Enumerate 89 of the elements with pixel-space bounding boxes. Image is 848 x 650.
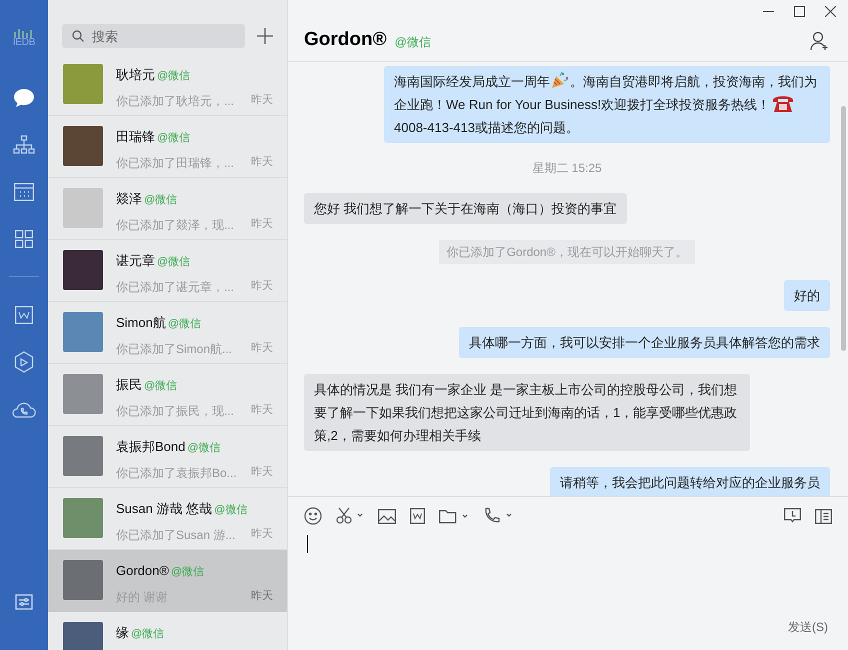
- wechat-tag: @微信: [157, 130, 190, 146]
- chat-list-item[interactable]: 袁振邦Bond@微信 你已添加了袁振邦Bo... 昨天: [48, 426, 287, 488]
- calendar-icon[interactable]: [14, 182, 34, 200]
- contact-name: 燚泽: [116, 190, 142, 208]
- logo: IEDB: [12, 28, 36, 48]
- phone-icon[interactable]: [483, 507, 513, 525]
- contact-name: 耿培元: [116, 66, 155, 84]
- message-bubble: 请稍等，我会把此问题转给对应的企业服务员: [550, 467, 830, 496]
- message-preview: 你已添加了谌元章，...: [116, 278, 234, 296]
- chat-bubble-icon[interactable]: [13, 88, 35, 108]
- avatar-photo: [63, 64, 103, 104]
- message-bubble: 具体哪一方面，我可以安排一个企业服务员具体解答您的需求: [459, 327, 830, 358]
- apps-grid-icon[interactable]: [15, 230, 33, 248]
- party-popper-icon: [550, 71, 570, 89]
- contact-name: Gordon®: [116, 562, 169, 580]
- message-time: 昨天: [251, 93, 273, 108]
- search-icon: [72, 30, 84, 42]
- message-preview: 你已添加了振民，现...: [116, 402, 234, 420]
- cloud-phone-icon[interactable]: [12, 400, 36, 418]
- message-preview: 你已添加了Susan 游...: [116, 526, 236, 544]
- message-preview: 你已添加了Simon航...: [116, 340, 232, 358]
- contact-name: 振民: [116, 376, 142, 394]
- message-bubble: 具体的情况是 我们有一家企业 是一家主板上市公司的控股母公司，我们想要了解一下如果我们想把这家公司迁址到海南的话，1，能享受哪些优惠政策,2，需要如何办理相关手续: [304, 374, 750, 451]
- avatar-photo: [63, 622, 103, 650]
- chat-list-item[interactable]: 田瑞锋@微信 你已添加了田瑞锋，... 昨天: [48, 116, 287, 178]
- send-button[interactable]: 发送(S): [788, 618, 828, 636]
- emoji-icon[interactable]: [304, 507, 322, 525]
- settings-icon[interactable]: [15, 594, 33, 610]
- chat-list-item[interactable]: Simon航@微信 你已添加了Simon航... 昨天: [48, 302, 287, 364]
- message-preview: 你已添加了耿培元，...: [116, 92, 234, 110]
- chat-list-item[interactable]: 耿培元@微信 你已添加了耿培元，... 昨天: [48, 54, 287, 116]
- message-time: 昨天: [251, 155, 273, 170]
- timestamp: 星期二 15:25: [532, 160, 602, 177]
- close-icon[interactable]: [825, 6, 836, 17]
- message-time: 昨天: [251, 465, 273, 480]
- message-preview: 你已添加了袁振邦Bo...: [116, 464, 237, 482]
- message-time: 昨天: [251, 527, 273, 542]
- message-bubble: 海南国际经发局成立一周年 。海南自贸港即将启航，投资海南，我们为企业跑！We Run for Your Business!欢迎拨打全球投资服务热线！ 4008-413-413或描述您的问题。: [384, 66, 830, 143]
- wechat-tag: @微信: [170, 564, 204, 580]
- chat-list-item[interactable]: 缘@微信: [48, 612, 287, 650]
- avatar-photo: [63, 374, 103, 414]
- message-time: 昨天: [251, 403, 273, 418]
- contact-name: 田瑞锋: [116, 128, 155, 146]
- wechat-tag: @微信: [144, 192, 178, 208]
- contact-name: Susan 游哉 悠哉: [116, 500, 212, 518]
- message-preview: 你已添加了燚泽，现...: [116, 216, 234, 234]
- message-time: 昨天: [251, 589, 273, 604]
- add-member-icon[interactable]: [810, 30, 830, 50]
- chat-title: Gordon®: [304, 28, 387, 52]
- add-icon[interactable]: [257, 28, 273, 44]
- folder-icon[interactable]: [439, 508, 469, 524]
- chat-list-item[interactable]: 谌元章@微信 你已添加了谌元章，... 昨天: [48, 240, 287, 302]
- wechat-tag: @微信: [157, 68, 190, 84]
- document-icon[interactable]: [410, 508, 425, 524]
- avatar-photo: [63, 436, 103, 476]
- avatar-photo: [63, 188, 103, 228]
- wechat-tag: @微信: [394, 33, 431, 51]
- message-bubble: 您好 我们想了解一下关于在海南（海口）投资的事宜: [304, 193, 627, 224]
- message-time: 昨天: [251, 217, 273, 232]
- chat-list-item[interactable]: 燚泽@微信 你已添加了燚泽，现... 昨天: [48, 178, 287, 240]
- system-notice: 你已添加了Gordon®，现在可以开始聊天了。: [438, 240, 696, 264]
- contact-name: 缘: [116, 624, 129, 642]
- wechat-tag: @微信: [214, 502, 248, 518]
- avatar-photo: [63, 498, 103, 538]
- avatar-photo: [63, 250, 103, 290]
- message-bubble: 好的: [784, 280, 830, 311]
- wechat-tag: @微信: [157, 254, 190, 270]
- maximize-icon[interactable]: [794, 6, 805, 17]
- message-preview: 你已添加了田瑞锋，...: [116, 154, 234, 172]
- contact-name: Simon航: [116, 314, 166, 332]
- avatar-photo: [63, 126, 103, 166]
- message-time: 昨天: [251, 279, 273, 294]
- wechat-tag: @微信: [131, 626, 164, 642]
- avatar-photo: [63, 312, 103, 352]
- contact-name: 谌元章: [116, 252, 155, 270]
- scissors-icon[interactable]: [336, 507, 364, 525]
- org-chart-icon[interactable]: [13, 134, 35, 154]
- wechat-tag: @微信: [187, 440, 221, 456]
- search-field[interactable]: 搜索: [62, 24, 245, 48]
- wechat-tag: @微信: [144, 378, 178, 394]
- history-icon[interactable]: [784, 508, 801, 524]
- contact-name: 袁振邦Bond: [116, 438, 186, 456]
- message-time: 昨天: [251, 341, 273, 356]
- image-icon[interactable]: [378, 508, 396, 524]
- wechat-tag: @微信: [168, 316, 202, 332]
- avatar-photo: [63, 560, 103, 600]
- scrollbar-thumb[interactable]: [841, 106, 846, 351]
- sidebar-panel-icon[interactable]: [815, 508, 832, 524]
- chat-list-item[interactable]: 振民@微信 你已添加了振民，现... 昨天: [48, 364, 287, 426]
